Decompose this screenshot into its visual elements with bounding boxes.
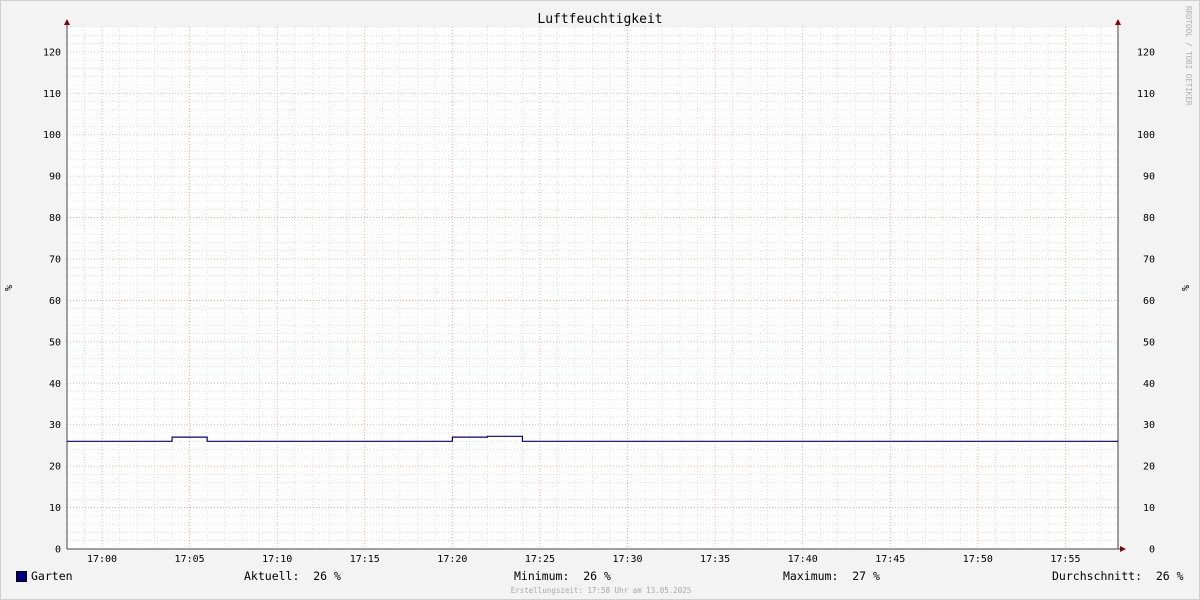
x-tick-label: 17:15 [350,554,380,565]
humidity-chart: 0 0 10 10 20 20 30 30 40 40 50 50 60 60 70 70 80 80 90 90 10… [4,6,1193,565]
y-tick-label-right: 110 [1137,89,1155,100]
x-tick-label: 17:10 [262,554,292,565]
y-tick-label-right: 100 [1137,130,1155,141]
x-tick-label: 17:50 [963,554,993,565]
y-tick-label-left: 60 [49,296,61,307]
y-axis-right-arrow [1115,19,1121,25]
chart-title: Luftfeuchtigkeit [537,12,662,27]
y-tick-label-left: 20 [49,462,61,473]
x-tick-label: 17:05 [175,554,205,565]
x-tick-label: 17:55 [1050,554,1080,565]
y-tick-label-right: 70 [1143,255,1155,266]
y-tick-label-right: 90 [1143,172,1155,183]
y-tick-label-right: 40 [1143,379,1155,390]
y-tick-label-left: 50 [49,337,61,348]
y-tick-label-right: 120 [1137,47,1155,58]
y-tick-label-right: 10 [1143,503,1155,514]
y-tick-label-left: 10 [49,503,61,514]
y-tick-label-left: 110 [43,89,61,100]
y-tick-label-left: 30 [49,420,61,431]
y-axis-left-arrow [64,19,70,25]
y-tick-label-left: 0 [55,545,61,556]
y-tick-label-left: 120 [43,47,61,58]
y-tick-label-right: 0 [1149,545,1155,556]
x-tick-label: 17:45 [875,554,905,565]
y-axis-label-left: % [4,285,15,291]
y-tick-label-left: 70 [49,255,61,266]
legend-minimum: Minimum: 26 % [514,569,611,583]
watermark: RRDTOOL / TOBI OETIKER [1184,6,1193,106]
y-axis-label-right: % [1179,285,1190,291]
creation-timestamp: Erstellungszeit: 17:58 Uhr am 13.05.2025 [510,586,692,595]
x-tick-label: 17:00 [87,554,117,565]
legend-swatch-garten [16,571,27,582]
legend-maximum: Maximum: 27 % [783,569,880,583]
x-tick-label: 17:35 [700,554,730,565]
legend-average: Durchschnitt: 26 % [1052,569,1184,583]
y-tick-label-right: 20 [1143,462,1155,473]
legend-current: Aktuell: 26 % [244,569,341,583]
x-tick-label: 17:40 [788,554,818,565]
y-tick-label-right: 60 [1143,296,1155,307]
x-axis-arrow [1120,546,1126,552]
y-tick-label-left: 100 [43,130,61,141]
x-tick-label: 17:20 [437,554,467,565]
x-tick-label: 17:25 [525,554,555,565]
y-tick-label-left: 90 [49,172,61,183]
y-tick-label-left: 80 [49,213,61,224]
y-tick-label-left: 40 [49,379,61,390]
legend-series-name: Garten [31,569,73,583]
y-tick-label-right: 30 [1143,420,1155,431]
x-tick-label: 17:30 [612,554,642,565]
y-tick-label-right: 80 [1143,213,1155,224]
legend: Garten Aktuell: 26 % Minimum: 26 % Maxim… [1,569,1200,585]
y-tick-label-right: 50 [1143,337,1155,348]
graph-frame: 0 0 10 10 20 20 30 30 40 40 50 50 60 60 70 70 80 80 90 90 10… [0,0,1200,600]
